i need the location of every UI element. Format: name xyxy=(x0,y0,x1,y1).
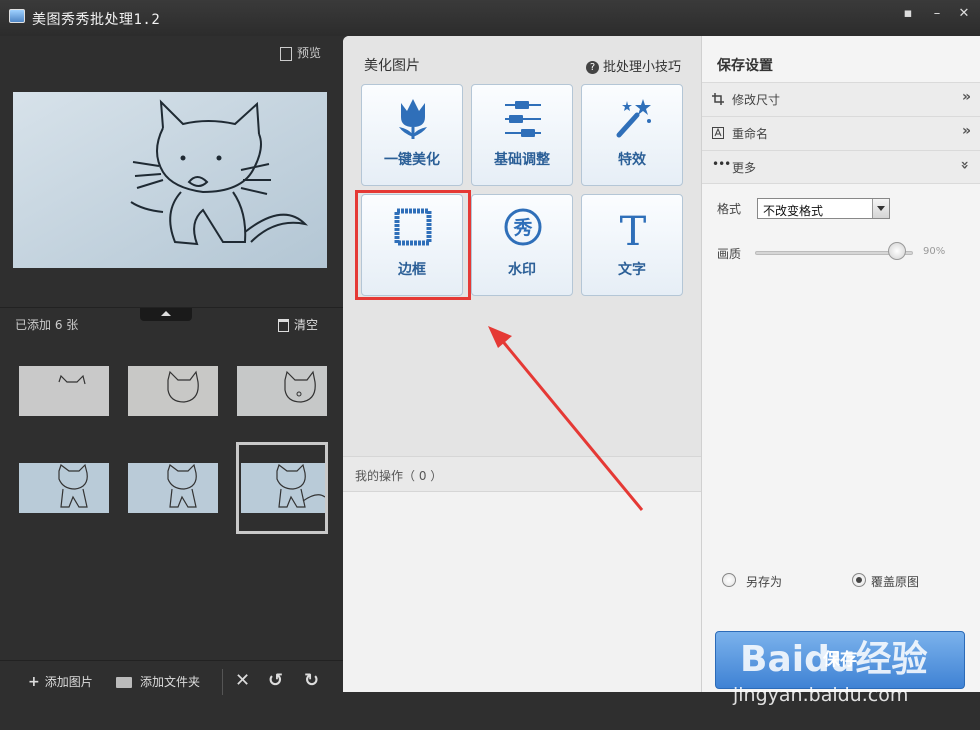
quality-label: 画质 xyxy=(717,247,742,261)
tile-label: 一键美化 xyxy=(384,152,440,168)
accordion-label: 修改尺寸 xyxy=(732,93,781,107)
accordion-label: 更多 xyxy=(732,161,757,175)
folder-icon xyxy=(116,677,132,688)
selected-thumbnail-frame xyxy=(236,442,328,534)
format-select[interactable]: 不改变格式 xyxy=(757,198,890,219)
trash-icon xyxy=(278,319,289,332)
section-title: 美化图片 xyxy=(364,58,420,74)
plus-icon: + xyxy=(28,674,40,690)
save-settings-title: 保存设置 xyxy=(717,58,773,74)
chevron-right-icon: » xyxy=(961,123,971,139)
image-list-panel: 预览 已添加 6 张 清空 + 添加图片 添加文件夹 ✕ ↺ ↻ xyxy=(0,36,343,730)
tile-one-click-beautify[interactable]: 一键美化 xyxy=(361,84,463,186)
clear-button[interactable]: 清空 xyxy=(278,316,318,333)
help-icon: ? xyxy=(586,61,599,74)
chevron-right-icon: » xyxy=(961,89,971,105)
watermark-stamp-icon: 秀 xyxy=(504,208,542,246)
thumbnail-3[interactable] xyxy=(237,366,327,416)
tile-basic-adjust[interactable]: 基础调整 xyxy=(471,84,573,186)
preview-image xyxy=(13,92,327,268)
collapse-preview-handle[interactable] xyxy=(140,308,192,321)
feedback-icon[interactable]: ▪ xyxy=(899,6,917,22)
added-count: 已添加 6 张 xyxy=(15,318,79,332)
delete-icon[interactable]: ✕ xyxy=(235,670,250,691)
preview-label: 预览 xyxy=(297,46,322,60)
window-title: 美图秀秀批处理1.2 xyxy=(32,12,161,28)
quality-slider-knob[interactable] xyxy=(888,242,907,260)
minimize-button[interactable]: – xyxy=(928,6,946,22)
text-t-icon: T xyxy=(620,209,647,251)
save-settings-panel: 保存设置 修改尺寸 » 重命名 » ••• 更多 » 格式 不改变格式 画质 9… xyxy=(701,36,980,692)
chevron-down-icon: » xyxy=(956,160,973,170)
thumbnail-1[interactable] xyxy=(19,366,109,416)
app-logo-icon xyxy=(9,9,25,23)
tile-label: 文字 xyxy=(618,262,646,278)
thumbnail-4[interactable] xyxy=(19,463,109,513)
add-folder-button[interactable]: 添加文件夹 xyxy=(116,673,200,690)
rotate-left-icon[interactable]: ↺ xyxy=(268,670,283,691)
dropdown-arrow-icon[interactable] xyxy=(872,199,889,218)
add-image-button[interactable]: + 添加图片 xyxy=(28,673,93,690)
operations-label: 我的操作（ 0 ） xyxy=(355,469,443,483)
svg-text:T: T xyxy=(620,209,647,251)
toolbar-divider xyxy=(222,669,223,695)
sliders-icon xyxy=(505,101,541,137)
add-image-label: 添加图片 xyxy=(44,675,93,689)
quality-value: 90% xyxy=(923,246,946,257)
tile-label: 特效 xyxy=(618,152,646,168)
rename-icon xyxy=(712,127,724,139)
my-operations-header: 我的操作（ 0 ） xyxy=(343,456,701,492)
magic-wand-icon xyxy=(616,99,651,138)
title-bar: 美图秀秀批处理1.2 ▪ – ✕ xyxy=(0,0,980,36)
baidu-watermark-url: jingyan.baidu.com xyxy=(733,684,909,706)
add-folder-label: 添加文件夹 xyxy=(140,675,201,689)
app-window: 美图秀秀批处理1.2 ▪ – ✕ 预览 已添加 6 张 清空 + 添加图片 添加… xyxy=(0,0,980,730)
overwrite-radio[interactable] xyxy=(852,573,866,587)
baidu-watermark: Baidu经验 xyxy=(740,639,928,680)
beautify-tools: 美化图片 ? 批处理小技巧 一键美化 基础调整 特效 边框 秀 水印 T 文字 xyxy=(343,36,701,456)
tile-effects[interactable]: 特效 xyxy=(581,84,683,186)
bottom-toolbar: + 添加图片 添加文件夹 ✕ ↺ ↻ xyxy=(0,660,343,702)
overwrite-label: 覆盖原图 xyxy=(871,575,920,589)
tile-watermark[interactable]: 秀 水印 xyxy=(471,194,573,296)
tips-link[interactable]: ? 批处理小技巧 xyxy=(586,56,681,75)
tile-text[interactable]: T 文字 xyxy=(581,194,683,296)
accordion-rename[interactable]: 重命名 » xyxy=(702,116,980,150)
beautify-panel: 美化图片 ? 批处理小技巧 一键美化 基础调整 特效 边框 秀 水印 T 文字 … xyxy=(343,36,701,692)
save-as-radio[interactable] xyxy=(722,573,736,587)
clear-label: 清空 xyxy=(294,318,319,332)
tile-label: 水印 xyxy=(508,262,536,278)
crop-icon xyxy=(712,93,724,105)
tips-label: 批处理小技巧 xyxy=(603,60,682,75)
rotate-right-icon[interactable]: ↻ xyxy=(304,670,319,691)
more-dots-icon: ••• xyxy=(712,157,731,171)
save-as-label: 另存为 xyxy=(746,575,783,589)
close-button[interactable]: ✕ xyxy=(955,6,973,22)
format-label: 格式 xyxy=(717,202,742,216)
preview-button[interactable]: 预览 xyxy=(280,44,321,61)
thumbnail-5[interactable] xyxy=(128,463,218,513)
tile-label: 基础调整 xyxy=(494,152,550,168)
thumbnail-2[interactable] xyxy=(128,366,218,416)
accordion-more[interactable]: ••• 更多 » xyxy=(702,150,980,184)
accordion-resize[interactable]: 修改尺寸 » xyxy=(702,82,980,116)
middle-bottom-strip xyxy=(343,692,701,730)
border-tile-highlight xyxy=(355,190,471,300)
svg-text:秀: 秀 xyxy=(512,217,533,239)
tulip-icon xyxy=(399,99,427,139)
format-value: 不改变格式 xyxy=(763,204,824,218)
preview-icon xyxy=(280,46,292,61)
accordion-label: 重命名 xyxy=(732,127,769,141)
